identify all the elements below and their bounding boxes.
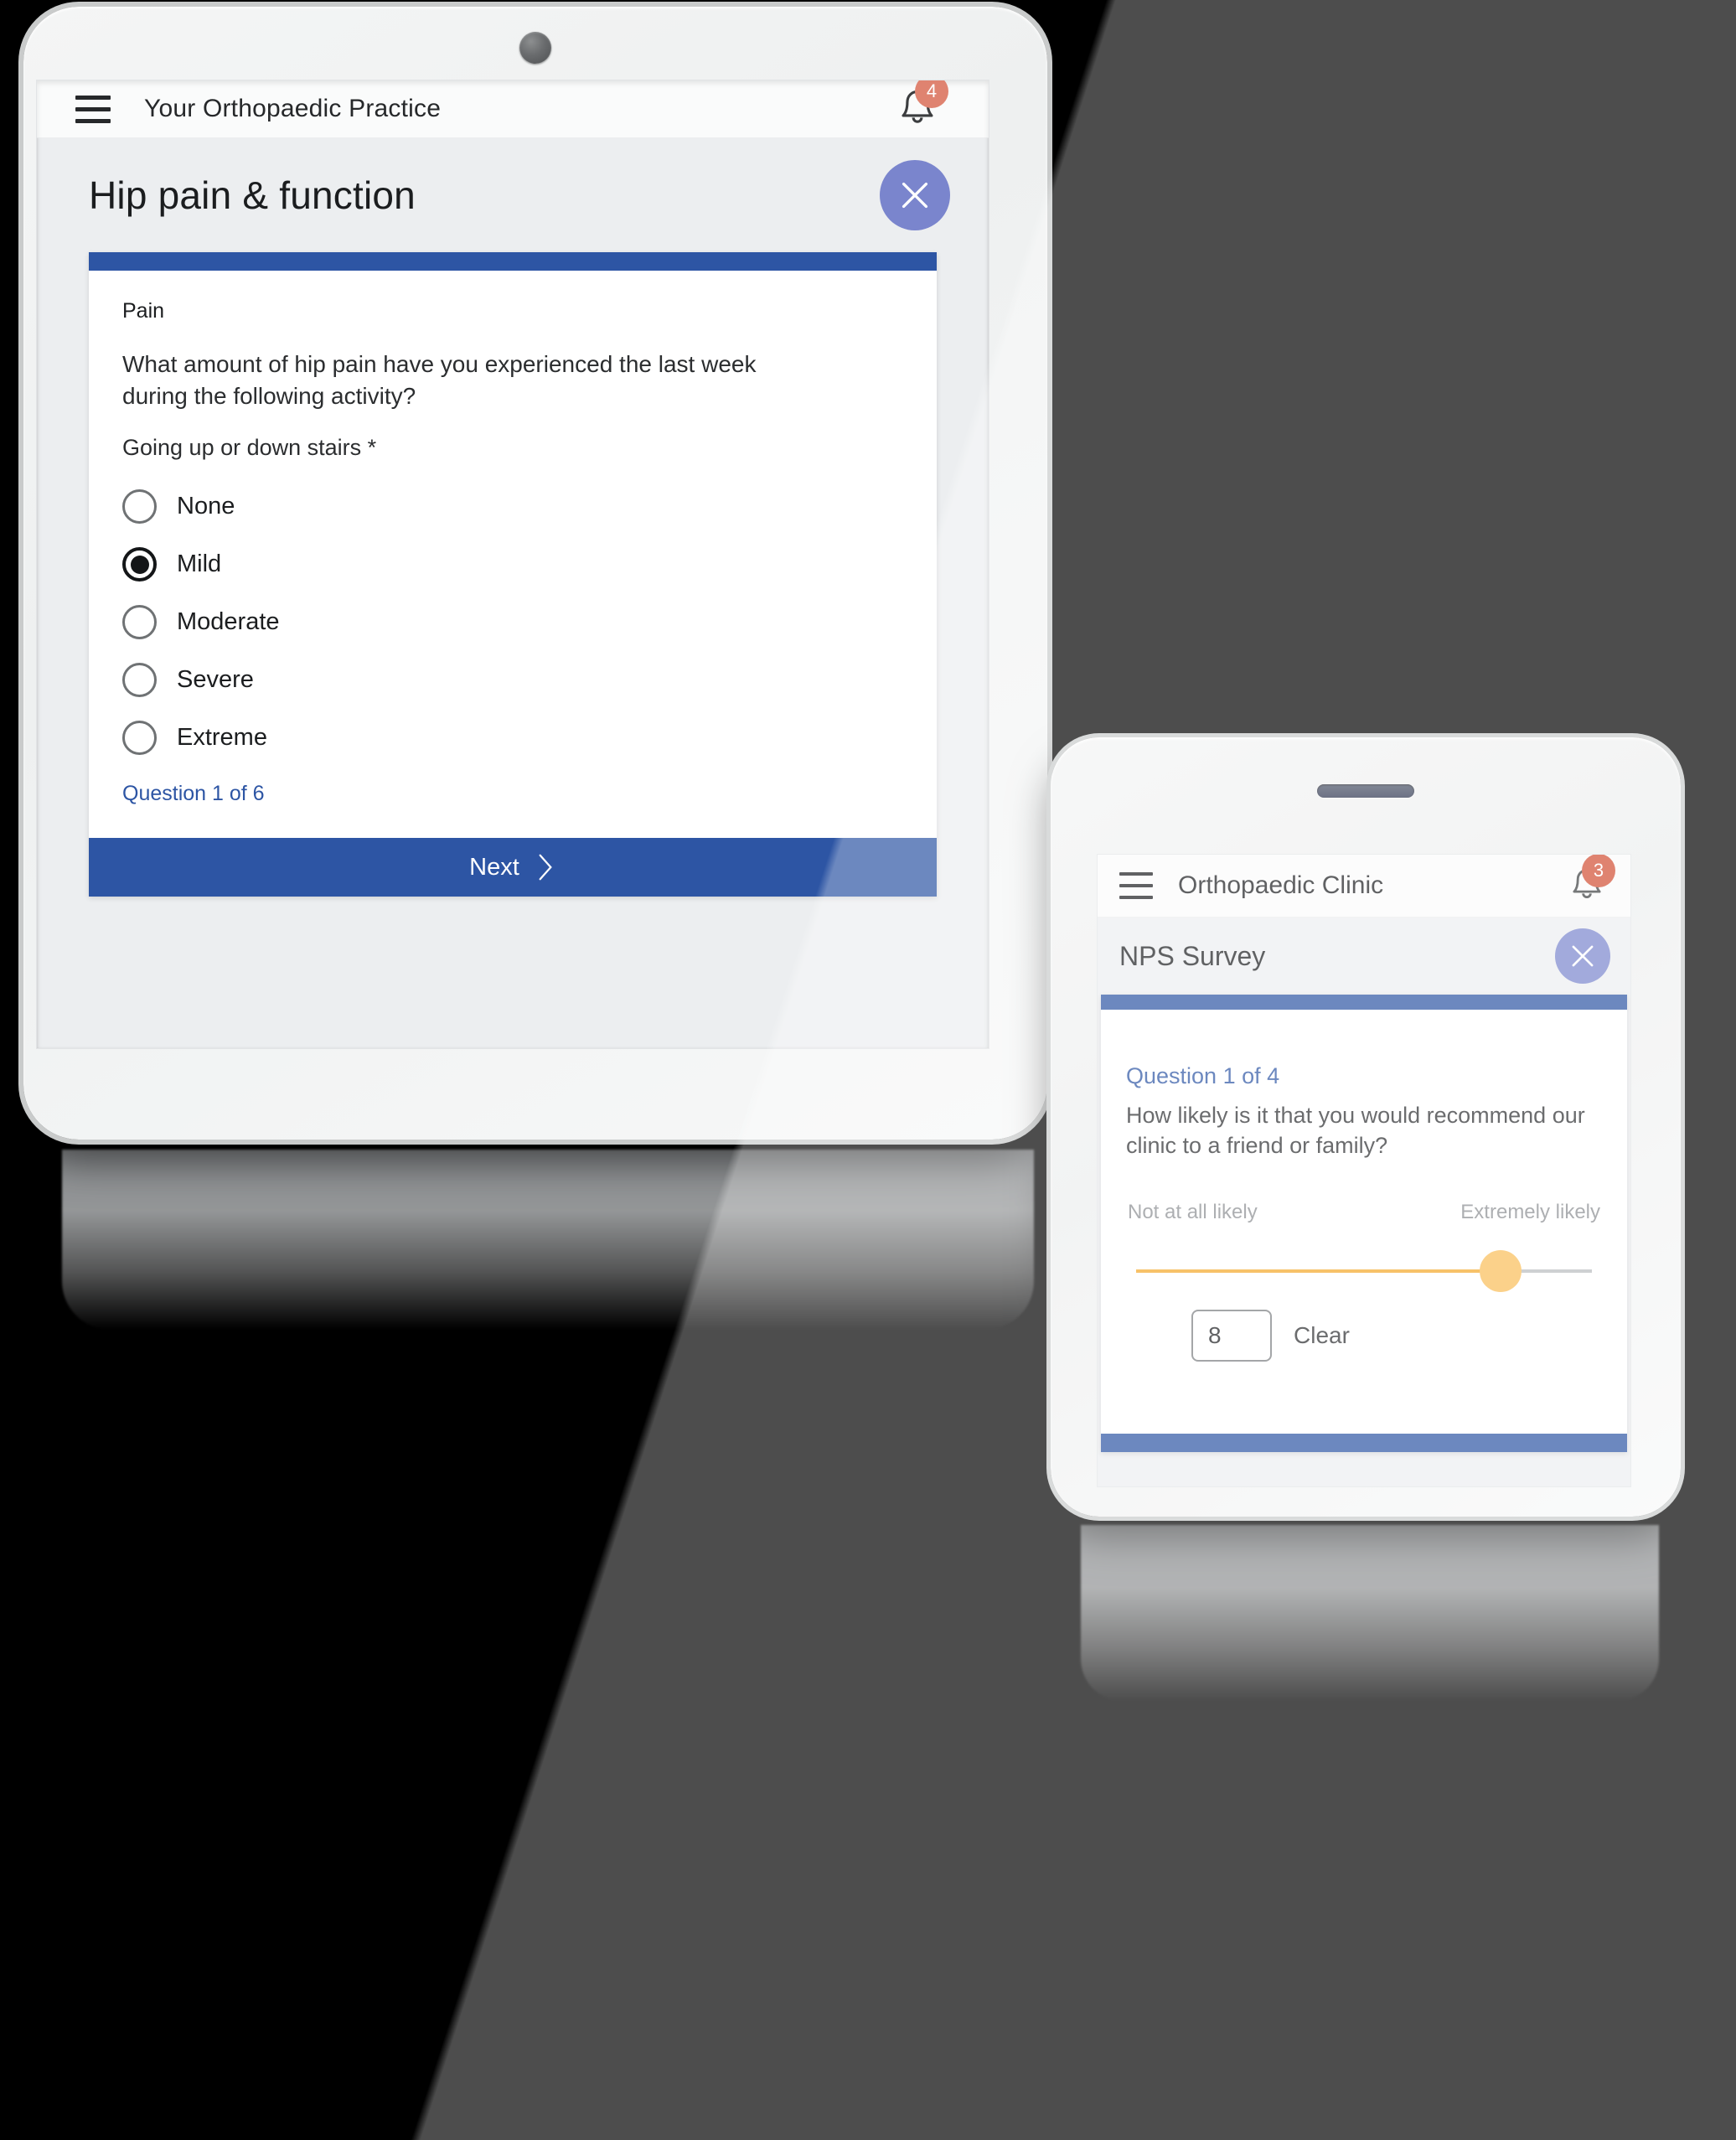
hamburger-icon[interactable] (75, 95, 111, 123)
close-button[interactable] (1555, 928, 1610, 984)
phone-speaker-icon (1317, 784, 1414, 798)
phone-page-header: NPS Survey (1098, 918, 1630, 995)
slider-track-fill (1136, 1269, 1501, 1274)
app-title: Orthopaedic Clinic (1178, 871, 1384, 899)
question-text: What amount of hip pain have you experie… (122, 351, 757, 409)
question-text: How likely is it that you would recommen… (1126, 1103, 1585, 1158)
nps-survey-card: Question 1 of 4 How likely is it that yo… (1101, 995, 1627, 1452)
slider-value-input[interactable]: 8 (1191, 1310, 1272, 1362)
notification-badge: 3 (1582, 855, 1615, 887)
radio-icon-selected (122, 547, 157, 582)
tablet-camera-icon (519, 32, 551, 64)
phone-screen: Orthopaedic Clinic 3 NPS Survey Question… (1098, 855, 1630, 1486)
radio-option-label: Moderate (177, 608, 280, 636)
phone-app-bar: Orthopaedic Clinic 3 (1098, 855, 1630, 918)
radio-option-none[interactable]: None (122, 478, 903, 535)
radio-option-severe[interactable]: Severe (122, 651, 903, 709)
radio-group: None Mild Moderate Severe Extreme (122, 478, 903, 767)
app-title: Your Orthopaedic Practice (144, 95, 442, 122)
question-progress-text: Question 1 of 6 (122, 782, 265, 806)
page-header: Hip pain & function (37, 138, 989, 252)
card-bottom-bar (1101, 1434, 1627, 1452)
scale-labels: Not at all likely Extremely likely (1126, 1201, 1602, 1224)
clear-button[interactable]: Clear (1294, 1322, 1350, 1349)
question-progress-text: Question 1 of 4 (1126, 1063, 1280, 1088)
radio-option-extreme[interactable]: Extreme (122, 709, 903, 767)
radio-option-label: Mild (177, 551, 222, 578)
card-progress-bar (1101, 995, 1627, 1010)
radio-icon (122, 663, 157, 698)
tablet-screen: Your Orthopaedic Practice 4 Hip pain & f… (37, 80, 989, 1048)
radio-option-label: None (177, 493, 235, 520)
composition-stage: Your Orthopaedic Practice 4 Hip pain & f… (0, 0, 1736, 2140)
scale-low-label: Not at all likely (1128, 1201, 1258, 1224)
page-title: NPS Survey (1119, 940, 1266, 971)
radio-option-label: Severe (177, 666, 254, 694)
radio-icon (122, 605, 157, 640)
chevron-right-icon (539, 854, 552, 881)
radio-icon (122, 721, 157, 756)
card-progress-bar (89, 252, 937, 271)
close-icon (1572, 945, 1594, 967)
close-icon (902, 182, 928, 209)
survey-card: Pain What amount of hip pain have you ex… (89, 252, 937, 897)
tablet-reflection (62, 1150, 1034, 1330)
notification-bell-button[interactable]: 3 (1565, 855, 1615, 907)
notification-badge: 4 (915, 80, 948, 108)
page-title: Hip pain & function (89, 173, 416, 217)
phone-reflection (1081, 1525, 1659, 1701)
radio-icon (122, 489, 157, 525)
survey-card-body: Pain What amount of hip pain have you ex… (89, 271, 937, 838)
tablet-app-bar: Your Orthopaedic Practice 4 (37, 80, 989, 138)
slider-thumb[interactable] (1480, 1250, 1522, 1293)
section-label: Pain (122, 299, 165, 323)
sub-question-label: Going up or down stairs * (122, 435, 377, 461)
radio-option-label: Extreme (177, 724, 267, 752)
radio-option-mild[interactable]: Mild (122, 535, 903, 593)
close-button[interactable] (880, 160, 950, 230)
radio-option-moderate[interactable]: Moderate (122, 593, 903, 651)
next-button-label: Next (469, 853, 519, 881)
nps-slider[interactable] (1136, 1250, 1592, 1293)
hamburger-icon[interactable] (1119, 872, 1153, 899)
nps-card-body: Question 1 of 4 How likely is it that yo… (1101, 1010, 1627, 1434)
next-button[interactable]: Next (89, 838, 937, 897)
notification-bell-button[interactable]: 4 (893, 80, 948, 133)
slider-value-row: 8 Clear (1126, 1310, 1602, 1362)
scale-high-label: Extremely likely (1460, 1201, 1600, 1224)
